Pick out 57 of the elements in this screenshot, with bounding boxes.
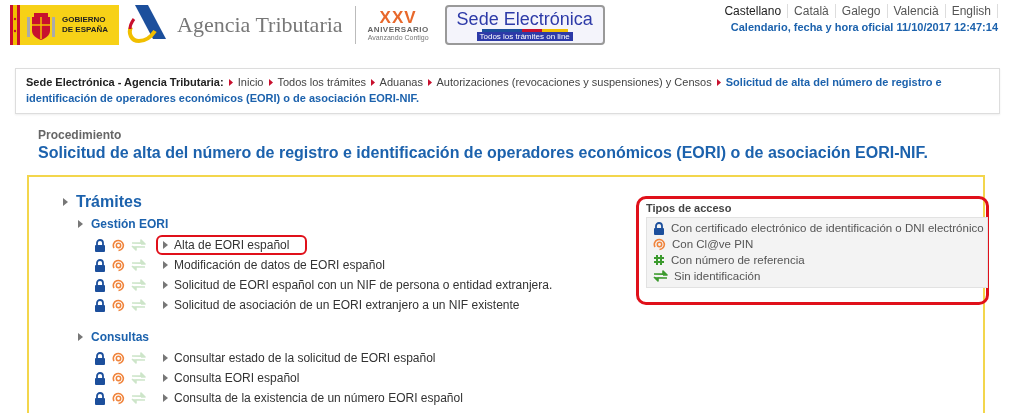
procedure-link[interactable]: Consultar estado de la solicitud de EORI español xyxy=(156,348,454,368)
breadcrumb-trail: Sede Electrónica - Agencia Tributaria: Inicio Todos los trámites Aduanas Autorizaciones (revocaciones y suspensiones) y Censos Solicitud de alta del número de registro e identificación de operadores económicos (EORI) o de asociación EORI-NIF. xyxy=(26,75,943,106)
caret-icon xyxy=(163,374,168,382)
breadcrumb-link[interactable]: Todos los trámites xyxy=(277,76,367,88)
chevron-icon xyxy=(716,79,721,86)
procedure-link[interactable]: Alta de EORI español xyxy=(156,235,308,255)
procedure-link[interactable]: Consulta de la existencia de un número EORI español xyxy=(156,388,481,408)
procedure-link[interactable]: Solicitud de EORI español con un NIF de persona o entidad extranjera. xyxy=(156,275,571,295)
breadcrumb-link[interactable]: Aduanas xyxy=(379,76,423,88)
target-icon xyxy=(653,237,666,251)
chevron-icon xyxy=(268,79,273,86)
caret-icon xyxy=(163,281,168,289)
subsection-heading: Consultas xyxy=(91,330,149,344)
government-name: GOBIERNO DE ESPAÑA xyxy=(62,15,109,35)
sede-logo[interactable]: Sede Electrónica Todos los trámites on line xyxy=(444,5,605,45)
caret-icon xyxy=(163,394,168,402)
caret-icon xyxy=(163,301,168,309)
caret-icon xyxy=(78,333,83,341)
procedure-link[interactable]: Solicitud de asociación de un EORI extranjero a un NIF existente xyxy=(156,295,538,315)
caret-icon xyxy=(63,198,68,206)
sede-title: Sede Electrónica xyxy=(456,9,593,29)
legend-label: Con certificado electrónico de identificación o DNI electrónico xyxy=(671,221,984,236)
legend-label: Con número de referencia xyxy=(671,253,805,268)
padlock-icon xyxy=(653,221,665,235)
swap-arrows-icon xyxy=(653,270,668,282)
procedure-link[interactable]: Consulta EORI español xyxy=(156,368,318,388)
language-link[interactable]: Català xyxy=(788,4,836,18)
subsection-heading: Gestión EORI xyxy=(91,217,169,231)
hash-icon xyxy=(653,254,665,266)
color-rule-icon xyxy=(481,29,568,32)
caret-icon xyxy=(163,354,168,362)
anniversary-label: ANIVERSARIO xyxy=(367,26,429,34)
sede-tagline: Todos los trámites on line xyxy=(476,32,573,41)
official-clock-link[interactable]: Calendario, fecha y hora oficial 11/10/2017 12:47:14 xyxy=(730,21,998,33)
procedure-link[interactable]: Modificación de datos de EORI español xyxy=(156,255,403,275)
legend-label: Sin identificación xyxy=(674,269,761,284)
procedure-kicker: Procedimiento xyxy=(38,128,123,142)
caret-icon xyxy=(163,241,168,249)
breadcrumb-link[interactable]: Autorizaciones (revocaciones y suspensiones) y Censos xyxy=(436,76,712,88)
legend-label: Con Cl@ve PIN xyxy=(672,237,754,252)
agency-name: Agencia Tributaria xyxy=(177,12,343,38)
caret-icon xyxy=(163,261,168,269)
procedure-title: Solicitud de alta del número de registro e identificación de operadores económicos (EORI) o de asociación EORI-NIF. xyxy=(38,144,929,162)
caret-icon xyxy=(78,220,83,228)
language-link[interactable]: Galego xyxy=(835,4,888,18)
breadcrumb-link[interactable]: Inicio xyxy=(237,76,264,88)
language-link[interactable]: Castellano xyxy=(718,4,789,18)
chevron-icon xyxy=(428,79,433,86)
language-link[interactable]: Valencià xyxy=(887,4,946,18)
language-link[interactable]: English xyxy=(945,4,998,18)
anniversary-mark: XXV xyxy=(379,9,417,26)
legend-title: Tipos de acceso xyxy=(646,202,733,214)
flag-stripe-icon xyxy=(10,5,20,45)
chevron-icon xyxy=(371,79,376,86)
section-heading: Trámites xyxy=(76,193,142,211)
chevron-icon xyxy=(228,79,233,86)
agency-emblem-icon xyxy=(127,5,169,45)
